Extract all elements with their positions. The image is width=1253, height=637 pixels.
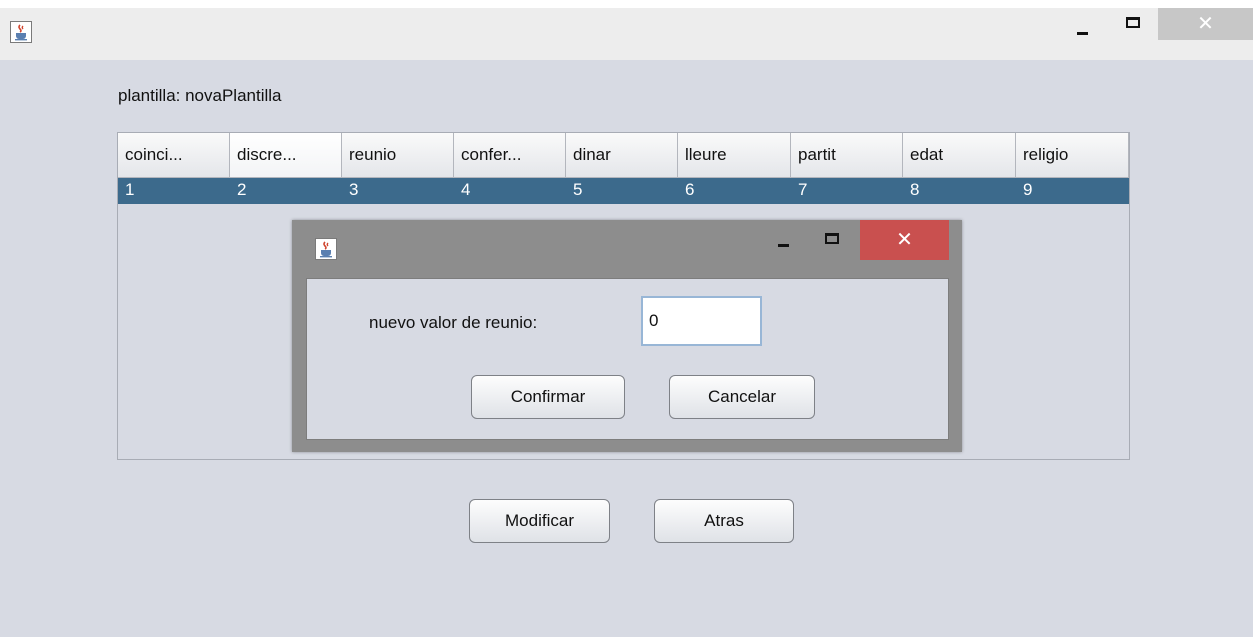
- column-header-dinar[interactable]: dinar: [566, 133, 678, 178]
- table-cell[interactable]: 4: [454, 178, 566, 204]
- table-cell[interactable]: 6: [678, 178, 791, 204]
- maximize-icon: [1126, 17, 1140, 28]
- java-coffee-icon: [315, 238, 337, 260]
- column-header-lleure[interactable]: lleure: [678, 133, 791, 178]
- cancel-button[interactable]: Cancelar: [669, 375, 815, 419]
- dialog-maximize-button[interactable]: [810, 220, 854, 260]
- table-cell[interactable]: 3: [342, 178, 454, 204]
- dialog-close-button[interactable]: ✕: [860, 220, 949, 260]
- column-header-discrecio[interactable]: discre...: [230, 133, 342, 178]
- close-icon: ✕: [1197, 13, 1214, 35]
- edit-value-dialog: ✕ nuevo valor de reunio: Confirmar Cance…: [292, 220, 962, 452]
- title-bar[interactable]: ✕: [0, 8, 1253, 60]
- back-button[interactable]: Atras: [654, 499, 794, 543]
- template-name-label: plantilla: novaPlantilla: [118, 86, 282, 105]
- table-cell[interactable]: 9: [1016, 178, 1129, 204]
- table-cell[interactable]: 1: [118, 178, 230, 204]
- maximize-button[interactable]: [1110, 8, 1156, 40]
- maximize-icon: [825, 233, 839, 244]
- column-header-partit[interactable]: partit: [791, 133, 903, 178]
- column-header-edat[interactable]: edat: [903, 133, 1016, 178]
- column-header-religio[interactable]: religio: [1016, 133, 1129, 178]
- column-header-coincidencia[interactable]: coinci...: [118, 133, 230, 178]
- new-value-label: nuevo valor de reunio:: [369, 313, 538, 332]
- new-value-input[interactable]: [641, 296, 762, 346]
- table-row[interactable]: 1 2 3 4 5 6 7 8 9: [118, 178, 1129, 204]
- minimize-icon: [1077, 32, 1088, 35]
- modify-button[interactable]: Modificar: [469, 499, 610, 543]
- java-coffee-icon: [10, 21, 32, 43]
- column-header-conferencia[interactable]: confer...: [454, 133, 566, 178]
- close-icon: ✕: [896, 229, 913, 251]
- dialog-content: nuevo valor de reunio: Confirmar Cancela…: [306, 278, 949, 440]
- confirm-button[interactable]: Confirmar: [471, 375, 625, 419]
- dialog-minimize-button[interactable]: [762, 220, 806, 260]
- table-cell[interactable]: 2: [230, 178, 342, 204]
- table-header: coinci... discre... reunio confer... din…: [118, 133, 1129, 178]
- table-cell[interactable]: 7: [791, 178, 903, 204]
- main-window: ✕ plantilla: novaPlantilla coinci... dis…: [0, 8, 1253, 637]
- table-cell[interactable]: 5: [566, 178, 678, 204]
- minimize-icon: [778, 244, 789, 247]
- table-cell[interactable]: 8: [903, 178, 1016, 204]
- column-header-reunio[interactable]: reunio: [342, 133, 454, 178]
- minimize-button[interactable]: [1062, 8, 1108, 40]
- close-button[interactable]: ✕: [1158, 8, 1253, 40]
